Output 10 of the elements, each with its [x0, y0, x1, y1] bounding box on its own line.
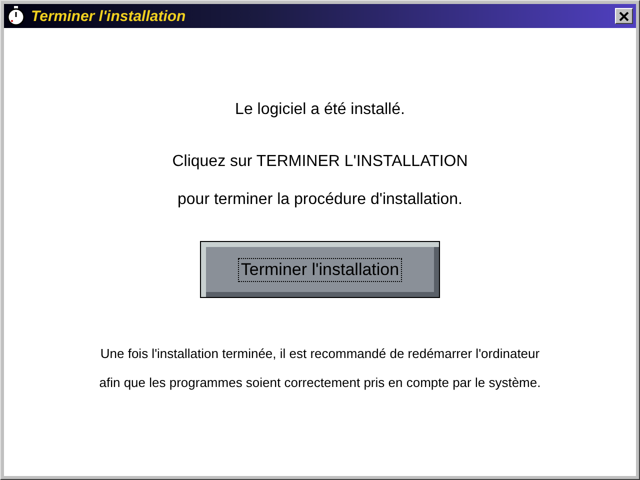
window-title: Terminer l'installation [31, 8, 187, 24]
message-text: Le logiciel a été installé. [235, 101, 405, 119]
note-text: Une fois l'installation terminée, il est recommandé de redémarrer l'ordinateur [100, 346, 540, 361]
message-text: pour terminer la procédure d'installation. [178, 191, 462, 209]
close-icon [619, 12, 629, 20]
message-text: Cliquez sur TERMINER L'INSTALLATION [172, 153, 468, 171]
note-text: afin que les programmes soient correctement pris en compte par le système. [99, 375, 541, 390]
stopwatch-icon [7, 6, 25, 26]
close-button[interactable] [615, 8, 633, 24]
finish-button[interactable]: Terminer l'installation [200, 241, 440, 298]
